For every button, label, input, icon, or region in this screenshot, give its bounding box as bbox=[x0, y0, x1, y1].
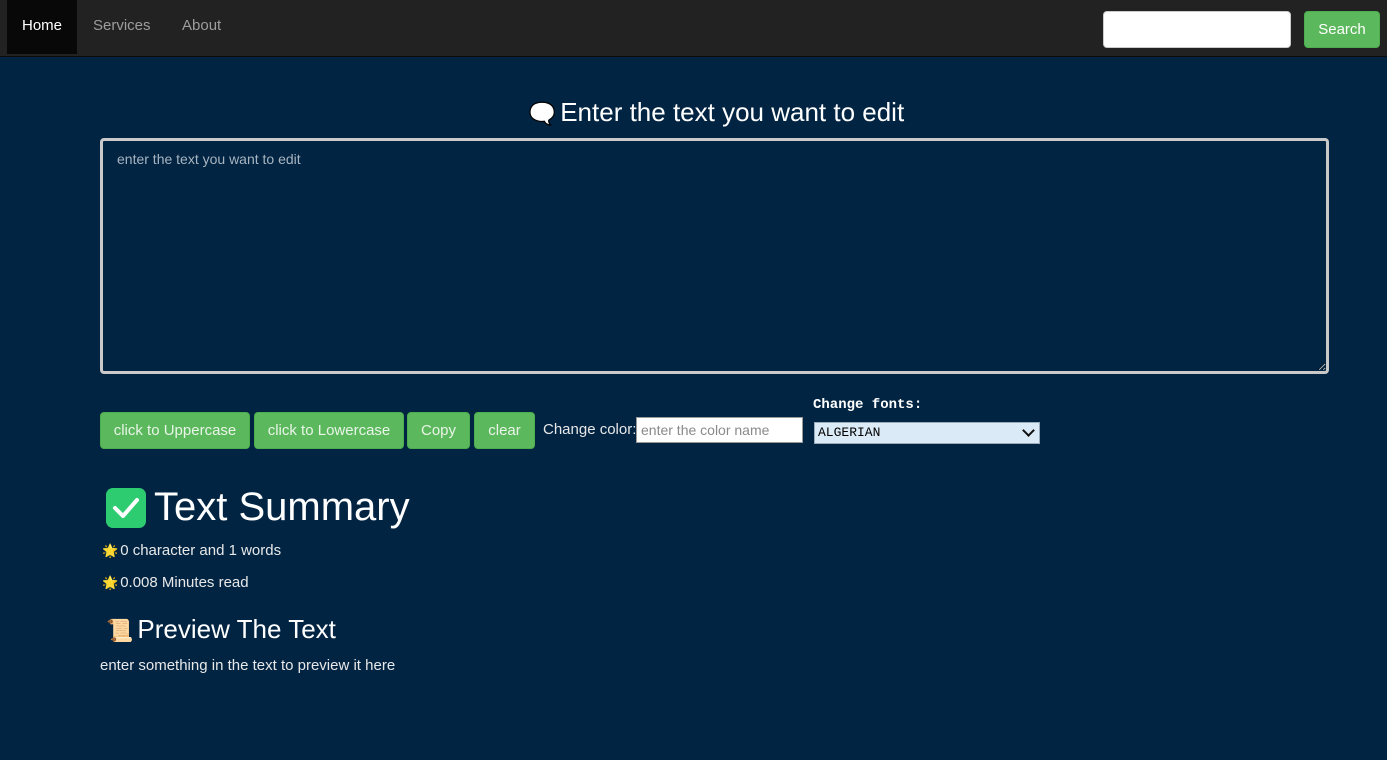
scroll-icon: 📜 bbox=[106, 618, 134, 643]
sun-icon: 🌟 bbox=[102, 575, 119, 590]
chevron-down-icon bbox=[1022, 424, 1035, 437]
nav-item-services[interactable]: Services bbox=[93, 0, 151, 54]
copy-button[interactable]: Copy bbox=[407, 412, 470, 449]
character-word-count-text: 0 character and 1 words bbox=[120, 542, 282, 559]
lowercase-button[interactable]: click to Lowercase bbox=[254, 412, 404, 449]
search-button[interactable]: Search bbox=[1304, 11, 1380, 48]
sun-icon: 🌟 bbox=[102, 543, 119, 558]
change-color-label: Change color: bbox=[543, 421, 637, 438]
uppercase-button[interactable]: click to Uppercase bbox=[100, 412, 250, 449]
preview-text: enter something in the text to preview i… bbox=[100, 657, 396, 674]
speech-bubble-icon: 🗨️ bbox=[528, 101, 557, 126]
font-select-value: ALGERIAN bbox=[818, 425, 881, 440]
color-name-input[interactable] bbox=[636, 417, 803, 443]
preview-heading-text: Preview The Text bbox=[137, 614, 336, 644]
summary-heading: Text Summary bbox=[106, 485, 410, 530]
nav-item-home[interactable]: Home bbox=[7, 0, 77, 54]
character-word-count: 🌟 0 character and 1 words bbox=[102, 542, 281, 559]
change-fonts-label: Change fonts: bbox=[813, 397, 923, 413]
reading-time-text: 0.008 Minutes read bbox=[120, 574, 249, 591]
summary-heading-text: Text Summary bbox=[154, 485, 410, 529]
clear-button[interactable]: clear bbox=[474, 412, 535, 449]
preview-heading: 📜 Preview The Text bbox=[106, 614, 336, 645]
editor-heading: 🗨️ Enter the text you want to edit bbox=[0, 97, 1387, 128]
check-mark-button-icon bbox=[106, 487, 146, 528]
search-input[interactable] bbox=[1103, 11, 1291, 48]
editor-heading-text: Enter the text you want to edit bbox=[560, 97, 905, 127]
nav-item-about[interactable]: About bbox=[182, 0, 221, 54]
top-navbar: Home Services About Search bbox=[0, 0, 1387, 57]
text-editor-textarea[interactable] bbox=[100, 138, 1329, 374]
font-select[interactable]: ALGERIAN bbox=[814, 422, 1040, 444]
reading-time: 🌟 0.008 Minutes read bbox=[102, 574, 249, 591]
